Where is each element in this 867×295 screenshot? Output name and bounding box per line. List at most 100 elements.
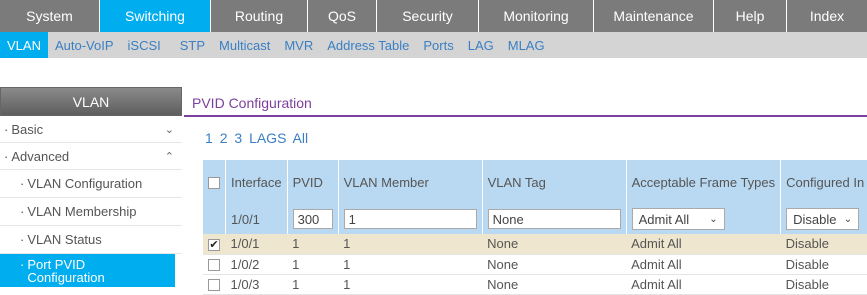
page-link-3[interactable]: 3 bbox=[234, 130, 242, 146]
tab-qos[interactable]: QoS bbox=[308, 0, 377, 32]
sidebar-title: VLAN bbox=[0, 87, 182, 116]
sidebar-item-label: Port PVID Configuration bbox=[27, 258, 104, 284]
vlan-tag-input[interactable]: None bbox=[487, 209, 621, 229]
edit-pvid-cell: 300 bbox=[287, 204, 339, 234]
page-link-all[interactable]: All bbox=[293, 130, 309, 146]
bullet-icon: · bbox=[4, 148, 9, 164]
chevron-down-icon: ⌄ bbox=[843, 213, 853, 225]
select-all-cell bbox=[203, 160, 226, 204]
bullet-icon: · bbox=[20, 232, 25, 247]
cell-vlan-member: 1 bbox=[338, 254, 483, 275]
page-link-lags[interactable]: LAGS bbox=[249, 130, 286, 146]
sidebar-item-label: Basic bbox=[11, 121, 44, 137]
row-checkbox[interactable] bbox=[208, 279, 220, 292]
cell-vlan-tag: None bbox=[482, 234, 627, 255]
page-link-2[interactable]: 2 bbox=[220, 130, 228, 146]
col-header-vlan-tag: VLAN Tag bbox=[482, 160, 627, 204]
vlan-member-input[interactable]: 1 bbox=[343, 209, 477, 229]
sidebar-item-vlan-membership[interactable]: · VLAN Membership bbox=[0, 198, 182, 226]
cell-pvid: 1 bbox=[287, 234, 339, 255]
page-selector: 1 2 3 LAGS All bbox=[205, 130, 311, 146]
edit-tag-cell: None bbox=[482, 204, 627, 234]
tab-security[interactable]: Security bbox=[377, 0, 479, 32]
subnav-auto-voip[interactable]: Auto-VoIP bbox=[48, 32, 121, 58]
subnav-mvr[interactable]: MVR bbox=[277, 32, 320, 58]
frame-types-select[interactable]: Admit All ⌄ bbox=[631, 208, 725, 230]
tab-switching[interactable]: Switching bbox=[100, 0, 211, 32]
bullet-icon: · bbox=[20, 176, 25, 191]
sub-nav: VLAN Auto-VoIP iSCSI STP Multicast MVR A… bbox=[0, 32, 867, 58]
pvid-table: Interface PVID VLAN Member VLAN Tag Acce… bbox=[203, 160, 867, 295]
tab-index[interactable]: Index bbox=[787, 0, 867, 32]
configured-ingress-select[interactable]: Disable ⌄ bbox=[786, 208, 860, 230]
tab-routing[interactable]: Routing bbox=[211, 0, 308, 32]
cell-vlan-member: 1 bbox=[338, 274, 483, 295]
col-header-configured-ingress: Configured In bbox=[780, 160, 867, 204]
bullet-icon: · bbox=[4, 121, 9, 137]
row-checkbox-cell bbox=[203, 274, 226, 295]
cell-frame-types: Admit All bbox=[626, 274, 781, 295]
sidebar-item-basic[interactable]: · Basic ⌄ bbox=[0, 116, 182, 143]
cell-frame-types: Admit All bbox=[626, 234, 781, 255]
subnav-address-table[interactable]: Address Table bbox=[320, 32, 416, 58]
subnav-lag[interactable]: LAG bbox=[461, 32, 501, 58]
edit-frame-cell: Admit All ⌄ bbox=[626, 204, 782, 234]
col-header-acceptable-frame-types: Acceptable Frame Types bbox=[626, 160, 782, 204]
table-row[interactable]: 1/0/3 1 1 None Admit All Disable bbox=[203, 274, 867, 295]
table-row[interactable]: ✔ 1/0/1 1 1 None Admit All Disable bbox=[203, 234, 867, 255]
select-all-checkbox[interactable] bbox=[208, 177, 220, 190]
pvid-input[interactable]: 300 bbox=[292, 209, 333, 229]
sidebar-item-vlan-status[interactable]: · VLAN Status bbox=[0, 226, 182, 254]
cell-frame-types: Admit All bbox=[626, 254, 781, 275]
tab-pvid-configuration[interactable]: PVID Configuration bbox=[192, 95, 312, 111]
table-row[interactable]: 1/0/2 1 1 None Admit All Disable bbox=[203, 254, 867, 275]
sidebar-item-label: Advanced bbox=[11, 148, 70, 164]
row-checkbox[interactable]: ✔ bbox=[208, 238, 220, 251]
subnav-vlan[interactable]: VLAN bbox=[0, 32, 48, 58]
tab-help[interactable]: Help bbox=[714, 0, 787, 32]
edit-row: 1/0/1 300 1 None Admit All ⌄ Disable ⌄ bbox=[203, 204, 867, 234]
sidebar: VLAN · Basic ⌄ · Advanced ⌃ · VLAN Confi… bbox=[0, 87, 182, 295]
sidebar-item-port-pvid-configuration[interactable]: · Port PVID Configuration bbox=[0, 254, 175, 287]
tab-monitoring[interactable]: Monitoring bbox=[479, 0, 594, 32]
cell-configured-ingress: Disable bbox=[780, 274, 867, 295]
edit-cell-empty bbox=[203, 204, 226, 234]
cell-interface: 1/0/2 bbox=[225, 254, 288, 275]
edit-interface: 1/0/1 bbox=[225, 204, 288, 234]
cell-configured-ingress: Disable bbox=[780, 254, 867, 275]
sidebar-item-label: VLAN Status bbox=[27, 232, 102, 247]
chevron-down-icon[interactable]: ⌄ bbox=[165, 123, 174, 136]
configured-ingress-select-value: Disable bbox=[793, 211, 837, 227]
sidebar-item-vlan-configuration[interactable]: · VLAN Configuration bbox=[0, 170, 182, 198]
row-checkbox[interactable] bbox=[208, 259, 220, 272]
subnav-multicast[interactable]: Multicast bbox=[212, 32, 277, 58]
row-checkbox-cell bbox=[203, 254, 226, 275]
cell-interface: 1/0/1 bbox=[225, 234, 288, 255]
row-checkbox-cell: ✔ bbox=[203, 234, 226, 255]
chevron-down-icon: ⌄ bbox=[709, 213, 718, 225]
tab-maintenance[interactable]: Maintenance bbox=[594, 0, 714, 32]
col-header-vlan-member: VLAN Member bbox=[338, 160, 483, 204]
col-header-pvid: PVID bbox=[287, 160, 339, 204]
sidebar-item-label: VLAN Membership bbox=[27, 204, 137, 219]
cell-pvid: 1 bbox=[287, 274, 339, 295]
cell-vlan-tag: None bbox=[482, 254, 627, 275]
frame-types-select-value: Admit All bbox=[638, 211, 690, 227]
subnav-iscsi[interactable]: iSCSI bbox=[121, 32, 168, 58]
col-header-interface: Interface bbox=[225, 160, 288, 204]
chevron-up-icon[interactable]: ⌃ bbox=[165, 150, 174, 163]
tab-system[interactable]: System bbox=[0, 0, 100, 32]
cell-interface: 1/0/3 bbox=[225, 274, 288, 295]
page-link-1[interactable]: 1 bbox=[205, 130, 213, 146]
cell-vlan-member: 1 bbox=[338, 234, 483, 255]
cell-vlan-tag: None bbox=[482, 274, 627, 295]
bullet-icon: · bbox=[20, 257, 25, 272]
sidebar-item-label-line2: Configuration bbox=[27, 270, 105, 285]
subnav-mlag[interactable]: MLAG bbox=[501, 32, 552, 58]
main-tab-bar: PVID Configuration bbox=[184, 91, 867, 117]
subnav-stp[interactable]: STP bbox=[168, 32, 212, 58]
subnav-ports[interactable]: Ports bbox=[416, 32, 460, 58]
sidebar-item-advanced[interactable]: · Advanced ⌃ bbox=[0, 143, 182, 170]
table-header-row: Interface PVID VLAN Member VLAN Tag Acce… bbox=[203, 160, 867, 204]
edit-member-cell: 1 bbox=[338, 204, 483, 234]
